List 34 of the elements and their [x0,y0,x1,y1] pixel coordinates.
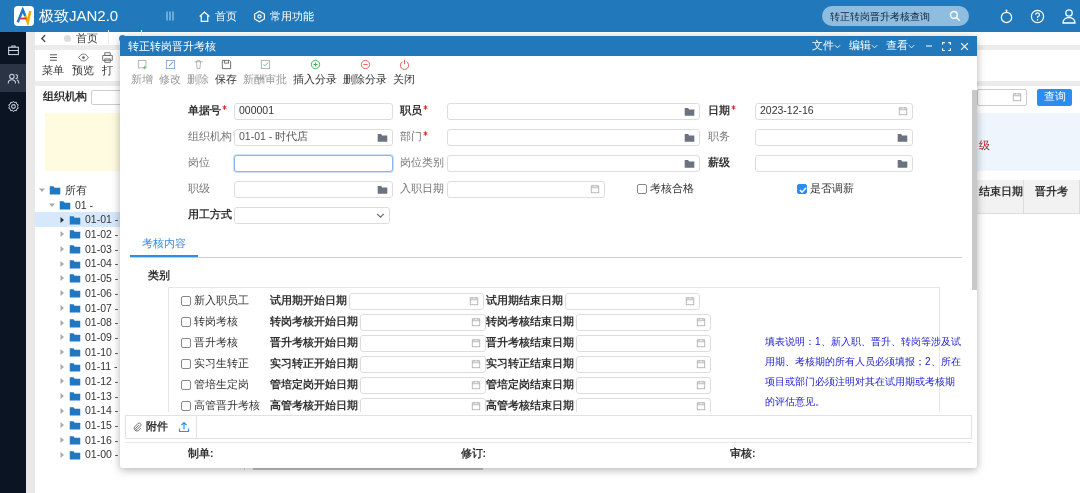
field-label: 职级 [188,181,211,197]
info-text: 级 [979,138,990,153]
footer-label: 修订: [460,445,486,461]
field-label: 岗位类别 [400,155,445,171]
field-label: 实习转正开始日期 [270,356,358,372]
field-label: 单据号 [188,103,234,119]
field-label: 高管考核开始日期 [270,398,358,412]
field-label: 职员 [400,103,447,119]
column-header: 结束日期 [979,185,1024,197]
column-header: 晋升考 [1035,185,1069,197]
field-label: 部门 [400,129,447,145]
dialog-title: 转正转岗晋升考核 [128,38,216,54]
field-label: 管培定岗开始日期 [270,377,358,393]
field-label: 岗位 [188,155,211,171]
field-label: 职务 [708,129,731,145]
field-label: 试用期开始日期 [270,293,347,309]
field-label: 薪级 [708,155,731,171]
field-label: 管培定岗结束日期 [486,377,574,393]
field-label: 入职日期 [400,181,445,197]
app-title: 极致JAN2.0 [39,5,120,26]
field-label: 高管考核结束日期 [486,398,574,412]
field-label: 实习转正结束日期 [486,356,574,372]
instructions-text: 填表说明：1、新入职、晋升、转岗等涉及试用期、考核期的所有人员必须填报；2、所在项目或部门必须注明对其在试用期或考核期的评估意见。 [765,334,961,409]
footer-label: 制单: [188,445,214,461]
field-label: 日期 [708,103,755,119]
filter-label: 组织机构 [43,89,87,105]
field-label: 试用期结束日期 [486,293,563,309]
field-label: 用工方式 [188,207,233,223]
field-label: 晋升考核开始日期 [270,335,358,351]
field-label: 晋升考核结束日期 [486,335,574,351]
field-label: 转岗考核开始日期 [270,314,358,330]
field-label: 转岗考核结束日期 [486,314,574,330]
section-label: 类别 [148,267,171,283]
footer-label: 审核: [730,445,756,461]
